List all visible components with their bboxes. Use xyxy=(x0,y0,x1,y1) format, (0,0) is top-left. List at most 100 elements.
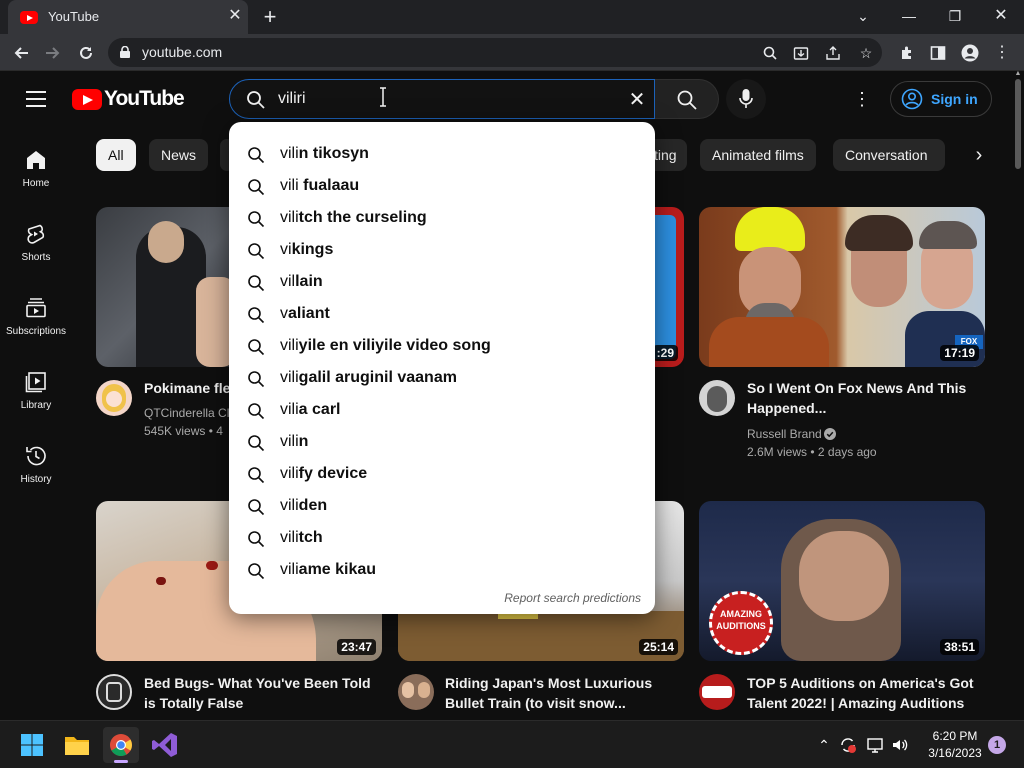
chrome-taskbar-button[interactable] xyxy=(103,727,139,763)
video-duration: :29 xyxy=(652,345,678,361)
file-explorer-button[interactable] xyxy=(59,727,95,763)
video-title-line2[interactable]: Talent 2022! | Amazing Auditions xyxy=(747,693,964,713)
clock-date[interactable]: 3/16/2023 xyxy=(918,746,992,760)
bookmark-star-icon[interactable]: ☆ xyxy=(856,43,876,63)
voice-search-button[interactable] xyxy=(726,79,766,119)
back-button[interactable] xyxy=(8,40,34,66)
video-title[interactable]: Riding Japan's Most Luxurious xyxy=(445,673,652,693)
video-thumbnail[interactable]: AMAZING AUDITIONS 38:51 xyxy=(699,501,985,661)
search-icon xyxy=(248,147,265,164)
search-suggestion-item[interactable]: valiant xyxy=(229,298,655,330)
chip-conversation[interactable]: Conversation xyxy=(833,139,945,171)
chip-news[interactable]: News xyxy=(149,139,209,171)
video-title[interactable]: TOP 5 Auditions on America's Got xyxy=(747,673,974,693)
minimize-button[interactable]: — xyxy=(894,4,924,28)
chip-animated-films[interactable]: Animated films xyxy=(700,139,816,171)
channel-name[interactable]: Russell Brand xyxy=(747,425,822,443)
address-bar[interactable]: youtube.com ☆ xyxy=(108,38,882,67)
video-thumbnail[interactable]: FOX 17:19 xyxy=(699,207,985,367)
share-icon[interactable] xyxy=(823,43,843,63)
active-app-indicator xyxy=(114,760,128,763)
side-panel-icon[interactable] xyxy=(927,42,949,64)
sidebar-item-label: Library xyxy=(20,400,52,411)
profile-avatar-icon[interactable] xyxy=(959,42,981,64)
chip-all[interactable]: All xyxy=(96,139,136,171)
visual-studio-button[interactable] xyxy=(147,727,183,763)
new-tab-button[interactable]: + xyxy=(258,5,282,29)
sync-status-icon[interactable] xyxy=(838,735,858,755)
page-scrollbar[interactable]: ▲ xyxy=(1012,70,1024,720)
sidebar-item-home[interactable]: Home xyxy=(0,148,72,222)
forward-button[interactable] xyxy=(40,40,66,66)
tab-search-chevron-icon[interactable]: ⌄ xyxy=(848,4,878,28)
search-icon xyxy=(248,499,265,516)
search-input[interactable] xyxy=(278,88,608,110)
hamburger-menu-icon[interactable] xyxy=(26,91,46,107)
show-hidden-icons-chevron-icon[interactable]: ⌃ xyxy=(814,735,834,755)
restore-button[interactable]: ❐ xyxy=(940,4,970,28)
clock-time[interactable]: 6:20 PM xyxy=(918,729,992,743)
video-title[interactable]: Pokimane flex xyxy=(144,378,238,398)
subscriptions-icon xyxy=(26,298,46,318)
search-suggestion-item[interactable]: viligalil aruginil vaanam xyxy=(229,362,655,394)
notification-count-badge[interactable]: 1 xyxy=(988,736,1006,754)
browser-tab-youtube[interactable]: YouTube ✕ xyxy=(8,0,248,34)
sidebar-item-subscriptions[interactable]: Subscriptions xyxy=(0,296,72,370)
channel-avatar[interactable] xyxy=(699,380,735,416)
channel-avatar[interactable] xyxy=(96,674,132,710)
sidebar-item-library[interactable]: Library xyxy=(0,370,72,444)
search-suggestion-item[interactable]: vikings xyxy=(229,234,655,266)
channel-avatar[interactable] xyxy=(96,380,132,416)
youtube-logo-icon[interactable] xyxy=(72,89,102,110)
window-close-button[interactable]: ✕ xyxy=(986,4,1016,28)
video-title-line2[interactable]: is Totally False xyxy=(144,693,243,713)
search-button[interactable] xyxy=(655,79,719,119)
video-title[interactable]: So I Went On Fox News And This xyxy=(747,378,966,398)
chrome-menu-icon[interactable]: ⋮ xyxy=(991,42,1013,64)
sidebar-item-history[interactable]: History xyxy=(0,444,72,518)
channel-avatar[interactable] xyxy=(398,674,434,710)
thumbnail-shirt xyxy=(709,317,829,367)
search-suggestion-item[interactable]: vilia carl xyxy=(229,394,655,426)
search-icon xyxy=(248,403,265,420)
video-title[interactable]: Bed Bugs- What You've Been Told xyxy=(144,673,371,693)
suggestion-typed-part: vili xyxy=(280,529,299,546)
reload-button[interactable] xyxy=(73,40,99,66)
settings-more-icon[interactable]: ⋮ xyxy=(850,87,874,111)
report-search-predictions-link[interactable]: Report search predictions xyxy=(504,591,641,605)
search-suggestion-item[interactable]: vili fualaau xyxy=(229,170,655,202)
search-suggestion-item[interactable]: viliyile en viliyile video song xyxy=(229,330,655,362)
youtube-logo-text[interactable]: YouTube xyxy=(104,87,185,111)
sign-in-button[interactable]: Sign in xyxy=(890,81,992,117)
search-suggestion-item[interactable]: viliame kikau xyxy=(229,554,655,586)
install-app-icon[interactable] xyxy=(791,43,811,63)
search-suggestion-item[interactable]: vilin tikosyn xyxy=(229,138,655,170)
video-title-line2[interactable]: Bullet Train (to visit snow... xyxy=(445,693,626,713)
search-suggestion-item[interactable]: vilitch the curseling xyxy=(229,202,655,234)
extensions-puzzle-icon[interactable] xyxy=(896,42,918,64)
sidebar-item-shorts[interactable]: Shorts xyxy=(0,222,72,296)
windows-start-button[interactable] xyxy=(14,727,50,763)
clear-search-icon[interactable]: ✕ xyxy=(626,89,648,111)
channel-name[interactable]: QTCinderella Cli xyxy=(144,404,232,422)
scrollbar-thumb[interactable] xyxy=(1015,79,1021,169)
search-suggestion-item[interactable]: vilin xyxy=(229,426,655,458)
zoom-search-icon[interactable] xyxy=(760,43,780,63)
suggestion-text: vilin tikosyn xyxy=(280,145,369,163)
channel-avatar[interactable] xyxy=(699,674,735,710)
search-suggestion-item[interactable]: vilify device xyxy=(229,458,655,490)
tab-close-icon[interactable]: ✕ xyxy=(226,7,244,25)
search-icon xyxy=(248,563,265,580)
suggestion-completion-part: tch xyxy=(298,529,323,546)
search-box[interactable]: ✕ xyxy=(229,79,655,119)
search-suggestion-item[interactable]: villain xyxy=(229,266,655,298)
volume-icon[interactable] xyxy=(890,735,910,755)
chip-next-chevron-icon[interactable]: › xyxy=(966,142,992,168)
video-title-line2[interactable]: Happened... xyxy=(747,398,826,418)
network-icon[interactable] xyxy=(865,735,885,755)
search-suggestion-item[interactable]: vilitch xyxy=(229,522,655,554)
scroll-up-arrow-icon[interactable]: ▲ xyxy=(1014,70,1022,77)
search-suggestion-item[interactable]: viliden xyxy=(229,490,655,522)
suggestion-typed-part: vili xyxy=(280,433,299,450)
suggestion-completion-part: ame kikau xyxy=(298,561,377,578)
